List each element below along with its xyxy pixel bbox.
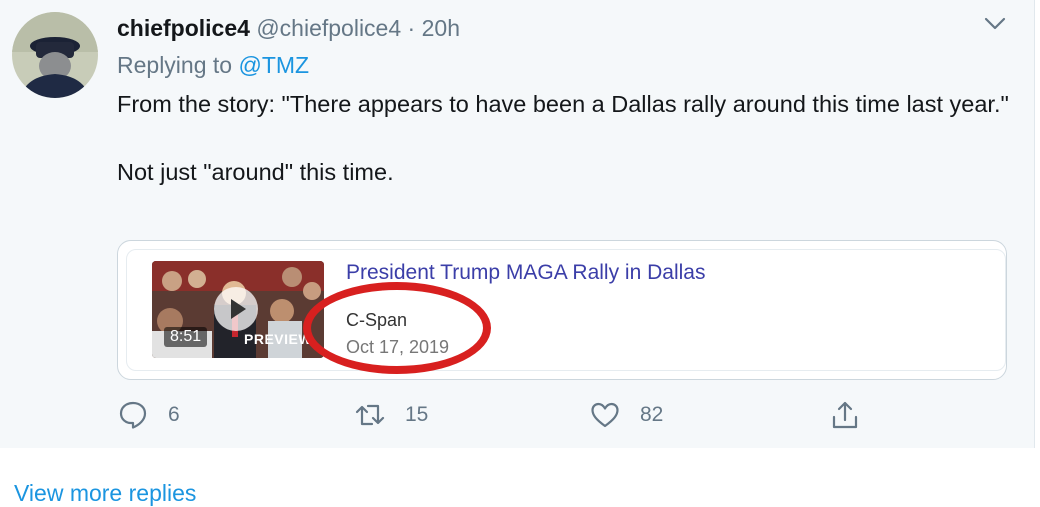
like-icon: [591, 402, 619, 428]
replying-to: Replying to @TMZ: [117, 52, 309, 79]
reply-button[interactable]: 6: [118, 398, 180, 432]
video-duration: 8:51: [164, 327, 208, 347]
video-thumbnail[interactable]: 8:51 PREVIEW: [152, 261, 324, 358]
share-button[interactable]: [830, 398, 860, 432]
chevron-down-icon[interactable]: [982, 14, 1008, 34]
red-annotation-circle: [303, 282, 491, 374]
tweet-actions: 6 15 82: [0, 398, 1034, 434]
replying-label: Replying to: [117, 52, 233, 78]
retweet-icon: [355, 404, 385, 426]
tweet-text: From the story: "There appears to have b…: [117, 87, 1017, 189]
link-card[interactable]: 8:51 PREVIEW President Trump MAGA Rally …: [117, 240, 1007, 380]
reply-icon: [119, 401, 147, 429]
preview-label: PREVIEW: [244, 331, 313, 347]
user-handle[interactable]: @chiefpolice4: [256, 15, 401, 41]
mention-link[interactable]: @TMZ: [238, 52, 309, 78]
play-icon[interactable]: [214, 287, 258, 331]
avatar[interactable]: [12, 12, 98, 98]
tweet[interactable]: chiefpolice4 @chiefpolice4 · 20h Replyin…: [0, 0, 1035, 448]
like-count: 82: [640, 403, 664, 426]
reply-count: 6: [168, 403, 180, 426]
separator-dot: ·: [407, 15, 416, 41]
tweet-text-line1: From the story: "There appears to have b…: [117, 91, 1009, 117]
tweet-text-line2: Not just "around" this time.: [117, 159, 394, 185]
retweet-count: 15: [405, 403, 429, 426]
share-icon: [832, 401, 858, 429]
like-button[interactable]: 82: [590, 398, 663, 432]
view-more-replies-link[interactable]: View more replies: [14, 480, 196, 507]
tweet-header: chiefpolice4 @chiefpolice4 · 20h: [117, 14, 460, 42]
timestamp[interactable]: 20h: [422, 15, 460, 41]
retweet-button[interactable]: 15: [355, 398, 428, 432]
display-name[interactable]: chiefpolice4: [117, 15, 250, 41]
